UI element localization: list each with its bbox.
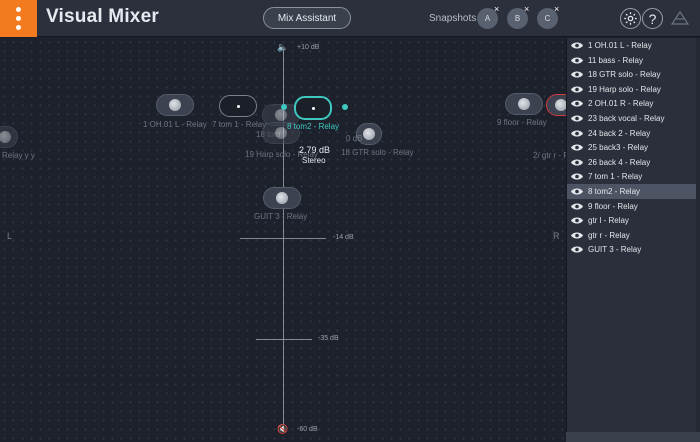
track-list-item-name: 1 OH.01 L - Relay bbox=[588, 41, 652, 50]
track-list-item-name: 9 floor - Relay bbox=[588, 201, 638, 211]
track-list-item[interactable]: 19 Harp solo - Relay bbox=[567, 82, 697, 97]
width-handle-left[interactable] bbox=[281, 104, 287, 110]
track-list-item-name: 8 tom2 - Relay bbox=[588, 187, 641, 196]
eye-icon[interactable] bbox=[570, 114, 584, 123]
track-label-odb: 0 dB bbox=[346, 134, 363, 143]
eye-icon[interactable] bbox=[570, 56, 584, 65]
track-list-item-name: GUIT 3 - Relay bbox=[588, 245, 642, 255]
track-list-item[interactable]: GUIT 3 - Relay bbox=[567, 242, 697, 257]
eye-icon[interactable] bbox=[570, 231, 584, 240]
selected-track-label: 8 tom2 - Relay bbox=[287, 122, 340, 131]
track-list: 1 OH.01 L - Relay 11 bass - Relay 18 GTR s… bbox=[566, 38, 700, 442]
track-list-item[interactable]: 18 GTR solo - Relay bbox=[567, 67, 697, 82]
track-list-item[interactable]: 23 back vocal - Relay bbox=[567, 111, 697, 126]
track-list-item-name: 7 tom 1 - Relay bbox=[588, 172, 643, 182]
db-label-14: -14 dB bbox=[333, 234, 354, 241]
track-label-guit3: GUIT 3 - Relay bbox=[254, 212, 308, 221]
track-label-floor: 9 floor - Relay bbox=[497, 118, 547, 127]
track-list-item-name: gtr l - Relay bbox=[588, 216, 629, 226]
track-list-item[interactable]: 25 back3 - Relay bbox=[567, 140, 697, 155]
track-list-item[interactable]: 7 tom 1 - Relay bbox=[567, 169, 697, 184]
eye-icon[interactable] bbox=[570, 143, 584, 152]
track-knob-relay-left[interactable] bbox=[0, 126, 18, 148]
db-label-top: +10 dB bbox=[297, 44, 320, 51]
header-bar: Visual Mixer Mix Assistant Snapshots A ×… bbox=[0, 0, 700, 37]
track-label-gtrr: 2/ gtr r - Relay bbox=[533, 151, 566, 160]
track-list-item-name: 2 OH.01 R - Relay bbox=[588, 99, 654, 109]
snapshots-label: Snapshots bbox=[429, 13, 477, 24]
pan-right-label: R bbox=[553, 231, 560, 241]
track-knob-floor[interactable] bbox=[505, 93, 543, 115]
track-list-item-name: 24 back 2 - Relay bbox=[588, 128, 651, 138]
track-list-footer bbox=[566, 432, 700, 442]
width-handle-right[interactable] bbox=[342, 104, 348, 110]
visual-mixer-app: Visual Mixer Mix Assistant Snapshots A ×… bbox=[0, 0, 700, 442]
gain-line-14db bbox=[240, 238, 326, 239]
eye-icon[interactable] bbox=[570, 129, 584, 138]
mixer-stage[interactable]: 🔈 +10 dB -14 dB -35 dB 🔇 -60 dB L R Rela… bbox=[0, 38, 566, 442]
app-title: Visual Mixer bbox=[46, 6, 159, 27]
track-knob-tom1[interactable] bbox=[219, 95, 257, 117]
eye-icon[interactable] bbox=[570, 70, 584, 79]
gear-icon[interactable] bbox=[620, 8, 641, 29]
track-list-item-name: 25 back3 - Relay bbox=[588, 143, 649, 153]
track-list-item[interactable]: 8 tom2 - Relay bbox=[567, 184, 697, 199]
track-knob-oh01l[interactable] bbox=[156, 94, 194, 116]
track-label-oh01l: 1 OH.01 L - Relay bbox=[143, 120, 207, 129]
track-list-item[interactable]: 11 bass - Relay bbox=[567, 53, 697, 68]
track-list-item[interactable]: gtr r - Relay bbox=[567, 228, 697, 243]
track-list-item[interactable]: 1 OH.01 L - Relay bbox=[567, 38, 697, 53]
track-list-item-name: 19 Harp solo - Relay bbox=[588, 84, 661, 94]
pan-left-label: L bbox=[7, 231, 13, 241]
eye-icon[interactable] bbox=[570, 172, 584, 181]
track-list-scrollbar[interactable] bbox=[696, 38, 700, 442]
track-knob-gtrr[interactable] bbox=[546, 94, 566, 116]
track-list-item[interactable]: 26 back 4 - Relay bbox=[567, 155, 697, 170]
eye-icon[interactable] bbox=[570, 99, 584, 108]
track-list-item-name: gtr r - Relay bbox=[588, 230, 630, 240]
eye-icon[interactable] bbox=[570, 41, 584, 50]
help-icon[interactable]: ? bbox=[642, 8, 663, 29]
mute-speaker-icon: 🔇 bbox=[277, 424, 289, 434]
track-list-item-name: 18 GTR solo - Relay bbox=[588, 70, 661, 80]
snapshot-b-close-icon[interactable]: × bbox=[524, 5, 529, 14]
eye-icon[interactable] bbox=[570, 216, 584, 225]
track-knob-tom2-selected[interactable] bbox=[294, 96, 332, 120]
track-list-item-name: 26 back 4 - Relay bbox=[588, 157, 651, 167]
track-label-tom1: 7 tom 1 - Relay bbox=[212, 120, 267, 129]
track-list-item[interactable]: 2 OH.01 R - Relay bbox=[567, 96, 697, 111]
track-list-item-name: 23 back vocal - Relay bbox=[588, 114, 665, 123]
track-knob-guit3[interactable] bbox=[263, 187, 301, 209]
eye-icon[interactable] bbox=[570, 85, 584, 94]
eye-icon[interactable] bbox=[570, 158, 584, 167]
eye-icon[interactable] bbox=[570, 187, 584, 196]
menu-dots-icon[interactable] bbox=[0, 0, 37, 37]
db-label-35: -35 dB bbox=[318, 335, 339, 342]
snapshot-a-close-icon[interactable]: × bbox=[494, 5, 499, 14]
track-list-item-name: 11 bass - Relay bbox=[588, 55, 643, 65]
speaker-icon: 🔈 bbox=[277, 42, 289, 52]
track-list-item[interactable]: 24 back 2 - Relay bbox=[567, 126, 697, 141]
gain-line-35db bbox=[256, 339, 312, 340]
eye-icon[interactable] bbox=[570, 202, 584, 211]
track-list-item[interactable]: 9 floor - Relay bbox=[567, 199, 697, 214]
track-list-item[interactable]: gtr l - Relay bbox=[567, 213, 697, 228]
db-label-bottom: -60 dB bbox=[297, 426, 318, 433]
selected-gain-readout: 2.79 dB bbox=[299, 145, 331, 155]
track-label-gtr: 18 GTR solo - Relay bbox=[341, 148, 414, 157]
mix-assistant-button[interactable]: Mix Assistant bbox=[263, 7, 351, 29]
routing-icon[interactable] bbox=[669, 8, 691, 30]
eye-icon[interactable] bbox=[570, 245, 584, 254]
selected-mode-readout: Stereo bbox=[302, 156, 326, 165]
track-label-relay-left: Relay y y bbox=[2, 151, 35, 160]
snapshot-c-close-icon[interactable]: × bbox=[554, 5, 559, 14]
